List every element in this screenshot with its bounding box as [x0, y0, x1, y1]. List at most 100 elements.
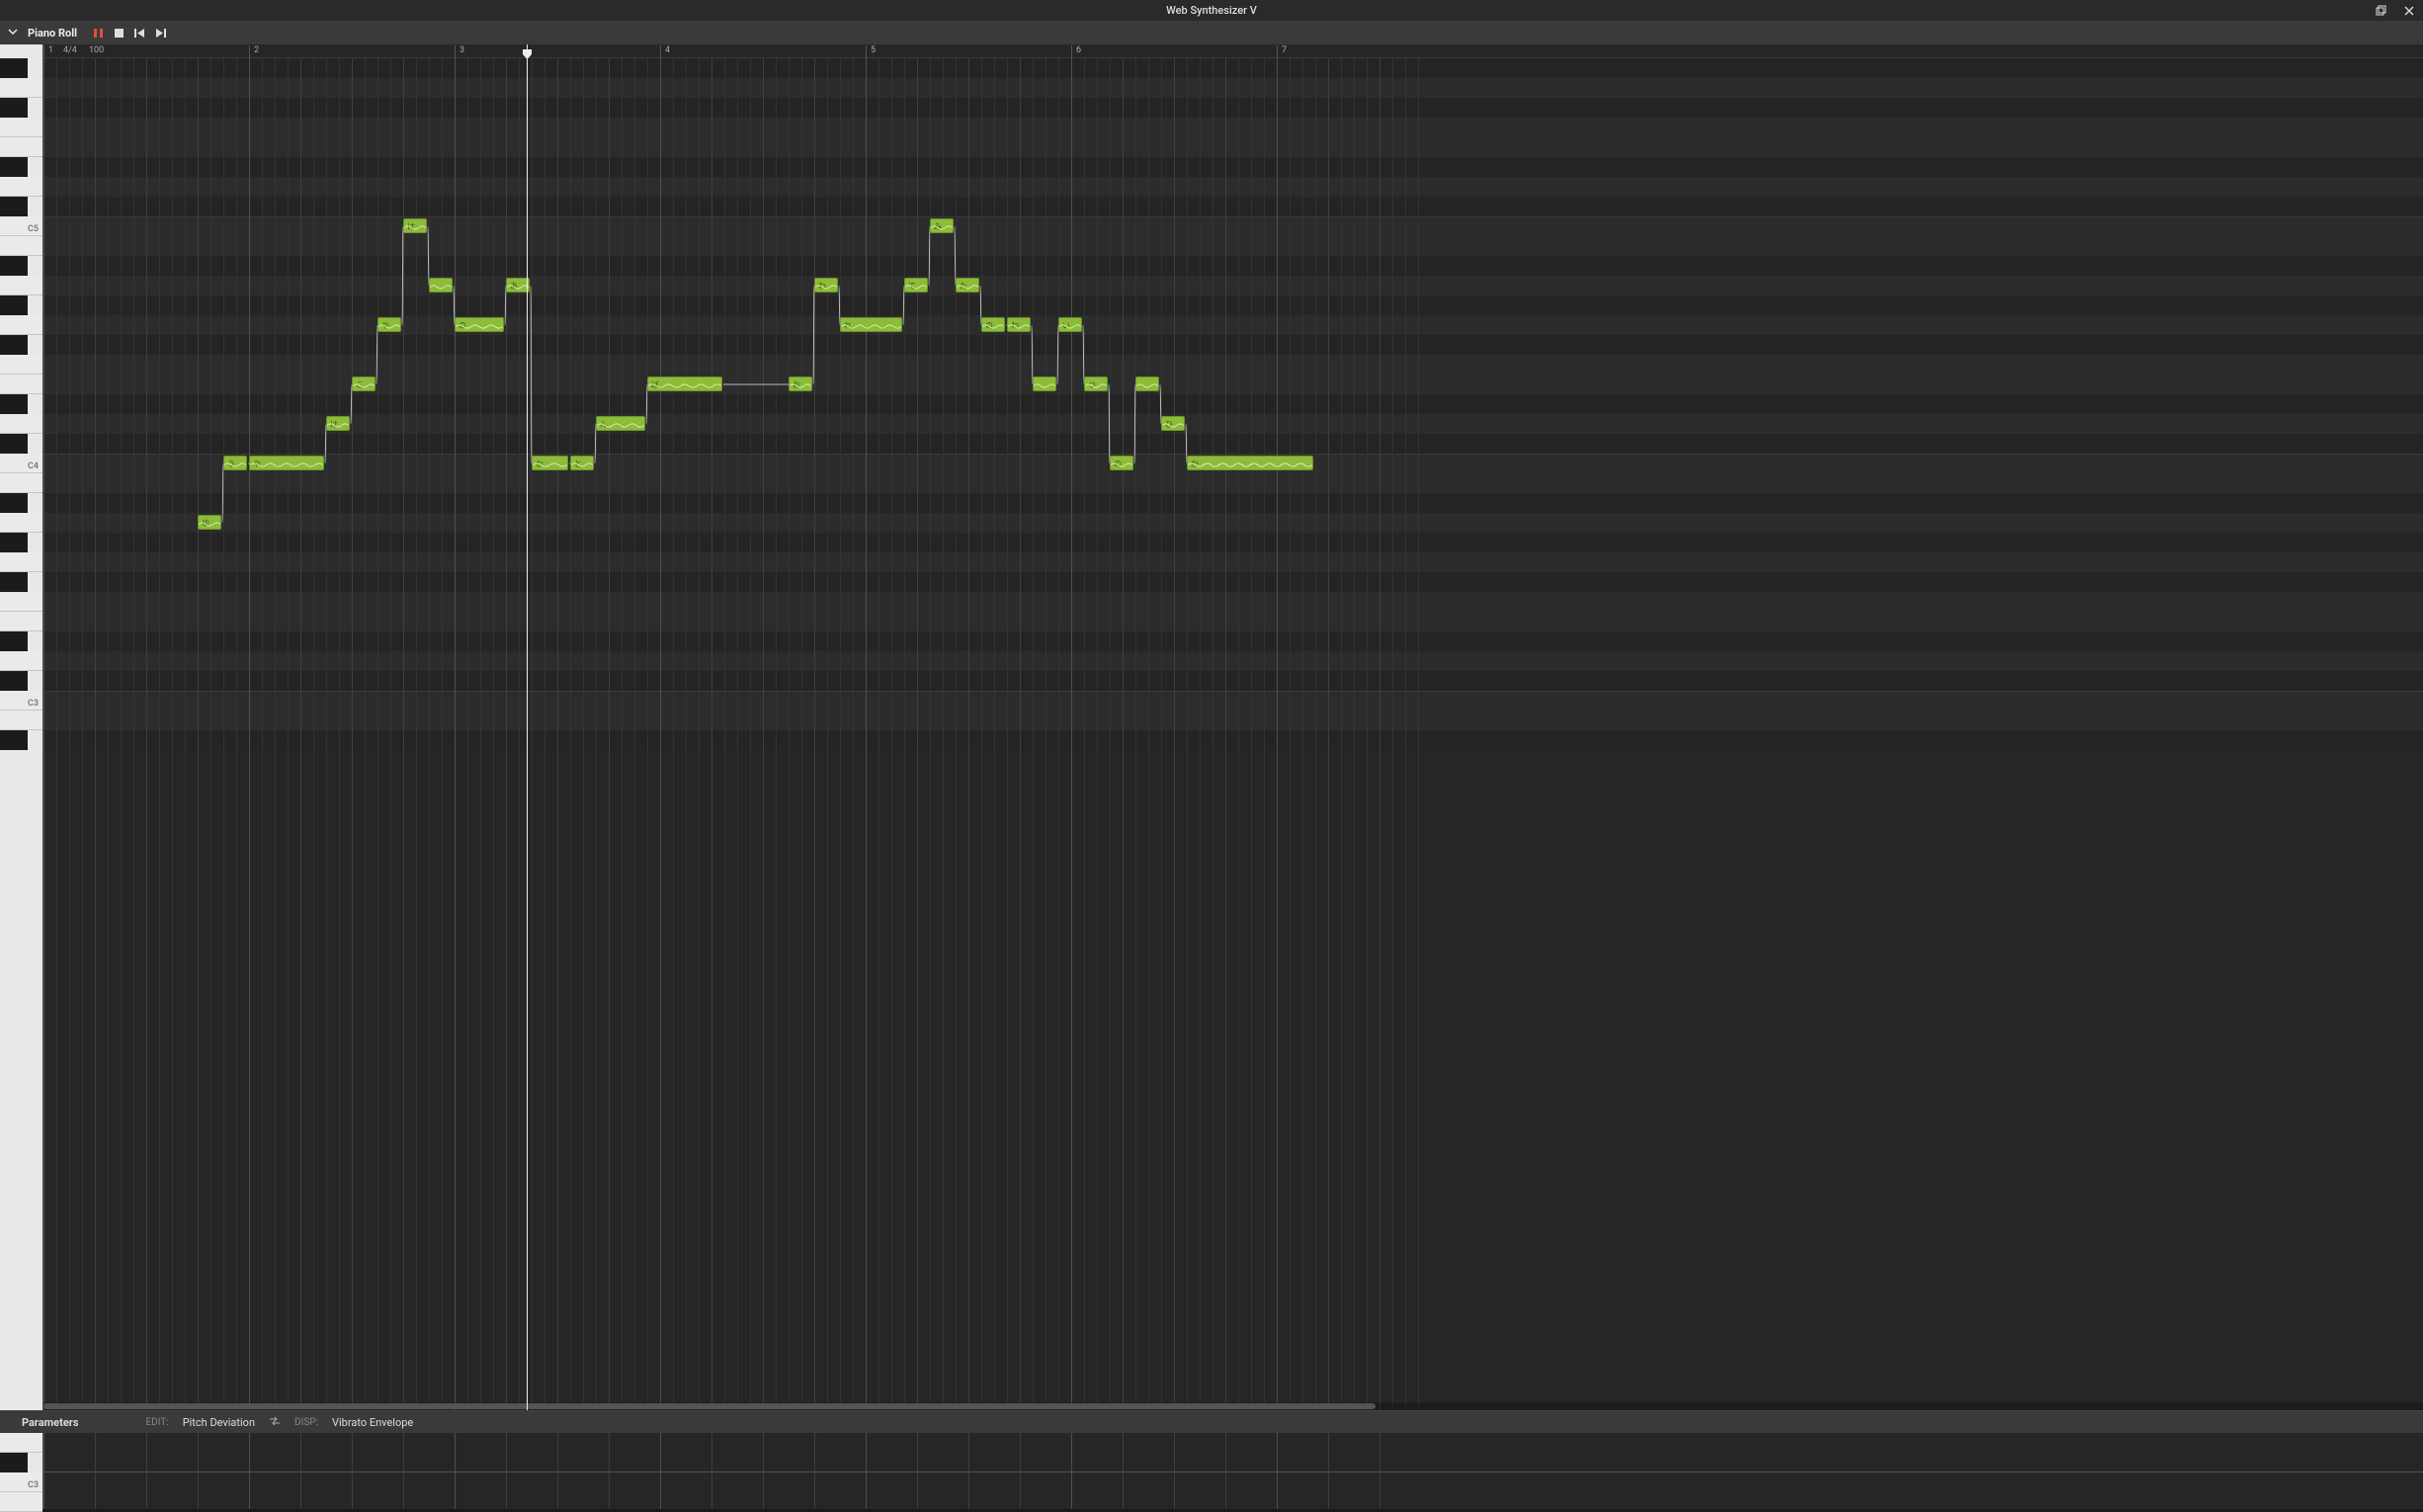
note[interactable]: k aか — [1187, 456, 1313, 470]
white-key[interactable] — [0, 118, 42, 137]
black-key[interactable] — [0, 572, 28, 592]
black-key[interactable] — [0, 493, 28, 513]
vibrato-wave-icon — [982, 318, 1004, 331]
vibrato-wave-icon — [1162, 417, 1184, 430]
tempo[interactable]: 100 — [89, 45, 104, 55]
maximize-restore-button[interactable] — [2374, 3, 2389, 19]
note[interactable]: iい — [1058, 317, 1082, 332]
note[interactable]: t oと — [570, 456, 594, 470]
note[interactable]: w aわ — [814, 278, 838, 293]
edit-value[interactable]: Pitch Deviation — [183, 1416, 255, 1429]
black-key[interactable] — [0, 157, 28, 177]
note[interactable]: y uゆ — [198, 515, 221, 530]
white-key[interactable] — [0, 414, 42, 434]
close-button[interactable] — [2401, 3, 2417, 19]
black-key[interactable] — [0, 533, 28, 552]
black-key[interactable] — [0, 58, 28, 78]
white-key[interactable]: C3 — [0, 1472, 42, 1492]
white-key[interactable]: C3 — [0, 691, 42, 711]
note[interactable]: h iひ — [1161, 416, 1185, 431]
white-key[interactable] — [0, 651, 42, 671]
piano-roll-editor[interactable]: C5C4C3 y uゆuうy aやk eけk oこy aやk eけn oのaあk… — [0, 44, 2423, 1410]
vibrato-wave-icon — [378, 318, 400, 331]
note[interactable]: y aや — [249, 456, 324, 470]
vibrato-wave-icon — [199, 516, 220, 529]
vibrato-wave-icon — [250, 457, 323, 469]
black-key[interactable] — [0, 197, 28, 216]
note[interactable]: t eて — [904, 278, 928, 293]
black-key[interactable] — [0, 295, 28, 315]
disp-value[interactable]: Vibrato Envelope — [332, 1416, 413, 1429]
swap-icon[interactable] — [269, 1415, 281, 1430]
horizontal-scrollbar[interactable] — [43, 1402, 2423, 1410]
white-key[interactable] — [0, 612, 42, 631]
white-key[interactable] — [0, 276, 42, 295]
note[interactable]: r eれ — [840, 317, 902, 332]
note[interactable]: t s uつ — [1084, 377, 1108, 391]
note[interactable]: k eけ — [403, 218, 427, 233]
white-key[interactable] — [0, 552, 42, 572]
white-key[interactable] — [0, 1492, 42, 1512]
note[interactable] — [1135, 377, 1159, 391]
note[interactable]: m iみ — [930, 218, 954, 233]
white-key[interactable] — [0, 592, 42, 612]
white-key[interactable] — [0, 355, 42, 375]
params-grid[interactable] — [43, 1433, 2423, 1509]
white-key[interactable] — [0, 711, 42, 730]
black-key[interactable] — [0, 434, 28, 454]
params-keyboard[interactable]: C3 — [0, 1433, 43, 1509]
note[interactable]: n oの — [981, 317, 1005, 332]
bar-number: 6 — [1071, 45, 1081, 58]
black-key[interactable] — [0, 671, 28, 691]
note[interactable]: n oの — [455, 317, 504, 332]
pause-button[interactable] — [93, 28, 104, 39]
black-key[interactable] — [0, 256, 28, 276]
white-key[interactable] — [0, 315, 42, 335]
white-key[interactable] — [0, 1433, 42, 1453]
edit-label: EDIT: — [145, 1417, 168, 1428]
white-key[interactable] — [0, 473, 42, 493]
black-key[interactable] — [0, 1453, 28, 1472]
note[interactable]: b oぼ — [647, 377, 722, 391]
bar-number: 1 — [43, 45, 53, 58]
time-signature[interactable]: 4/4 — [63, 45, 77, 55]
stop-button[interactable] — [114, 28, 125, 39]
white-key[interactable] — [0, 236, 42, 256]
note[interactable]: k oこ — [352, 377, 376, 391]
note[interactable]: k aか — [532, 456, 568, 470]
note-grid[interactable]: y uゆuうy aやk eけk oこy aやk eけn oのaあk aかt oと… — [43, 44, 2423, 1410]
note[interactable] — [429, 278, 453, 293]
note[interactable]: y aや — [377, 317, 401, 332]
white-key[interactable] — [0, 78, 42, 98]
scrollbar-thumb[interactable] — [43, 1403, 1376, 1409]
white-key[interactable]: C5 — [0, 216, 42, 236]
white-key[interactable] — [0, 375, 42, 394]
note[interactable]: oお — [789, 377, 812, 391]
white-key[interactable] — [0, 177, 42, 197]
note[interactable]: Nん — [596, 416, 645, 431]
note[interactable] — [1033, 377, 1056, 391]
skip-back-button[interactable] — [134, 28, 145, 39]
note[interactable]: n oの — [1110, 456, 1133, 470]
note[interactable]: w aわ — [1007, 317, 1031, 332]
playhead[interactable] — [527, 44, 528, 1410]
vibrato-wave-icon — [1034, 378, 1055, 390]
piano-roll-toolbar: Piano Roll — [0, 21, 2423, 44]
black-key[interactable] — [0, 394, 28, 414]
black-key[interactable] — [0, 98, 28, 118]
timeline-ruler[interactable]: 12345674/4100 — [43, 44, 2423, 58]
white-key[interactable] — [0, 137, 42, 157]
black-key[interactable] — [0, 335, 28, 355]
note[interactable]: t aた — [956, 278, 979, 293]
key-label: C4 — [28, 462, 39, 471]
black-key[interactable] — [0, 730, 28, 750]
collapse-icon[interactable] — [8, 27, 18, 40]
app-title: Web Synthesizer V — [1166, 4, 1257, 17]
black-key[interactable] — [0, 631, 28, 651]
note[interactable]: k eけ — [326, 416, 350, 431]
piano-keyboard[interactable]: C5 C4 C3 — [0, 44, 43, 1410]
note[interactable]: uう — [223, 456, 247, 470]
skip-forward-button[interactable] — [155, 28, 166, 39]
white-key[interactable] — [0, 513, 42, 533]
white-key[interactable]: C4 — [0, 454, 42, 473]
